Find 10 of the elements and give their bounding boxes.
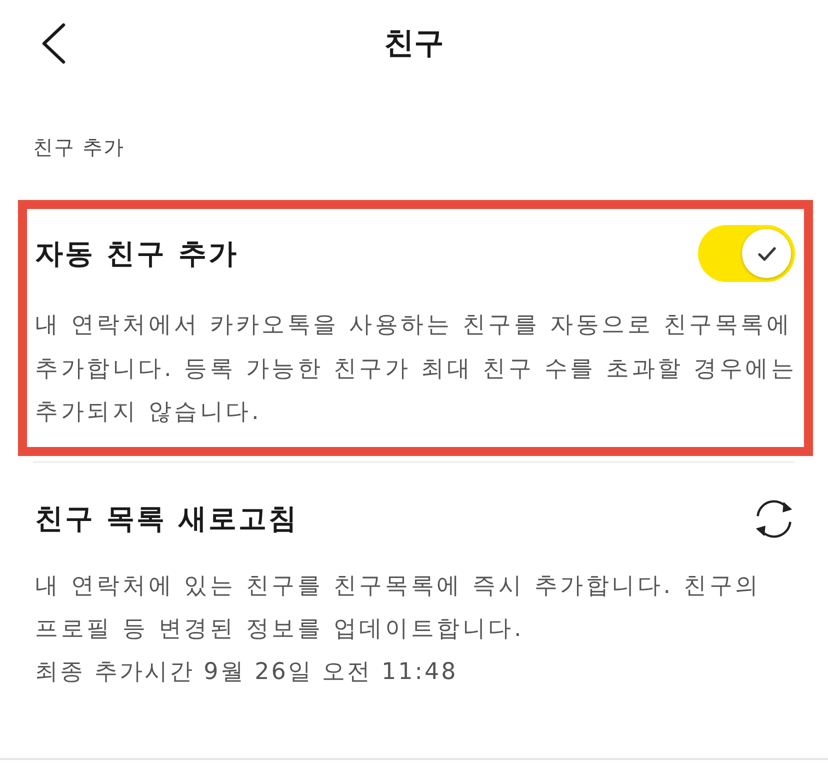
last-updated-text: 최종 추가시간 9월 26일 오전 11:48	[35, 658, 459, 686]
setting-description: 내 연락처에 있는 친구를 친구목록에 즉시 추가합니다. 친구의 프로필 등 변경된 정보를 업데이트합니다.	[35, 572, 762, 644]
check-icon	[758, 246, 776, 260]
setting-title: 친구 목록 새로고침	[35, 501, 298, 537]
section-label: 친구 추가	[33, 134, 124, 161]
refresh-icon[interactable]	[753, 498, 795, 540]
back-button[interactable]	[41, 23, 66, 64]
page-title: 친구	[384, 24, 444, 62]
setting-description: 내 연락처에서 카카오톡을 사용하는 친구를 자동으로 친구목록에 추가합니다. 등록 가능한 친구가 최대 친구 수를 초과할 경우에는 추가되지 않습니다.	[35, 311, 798, 427]
setting-title: 자동 친구 추가	[35, 236, 238, 272]
